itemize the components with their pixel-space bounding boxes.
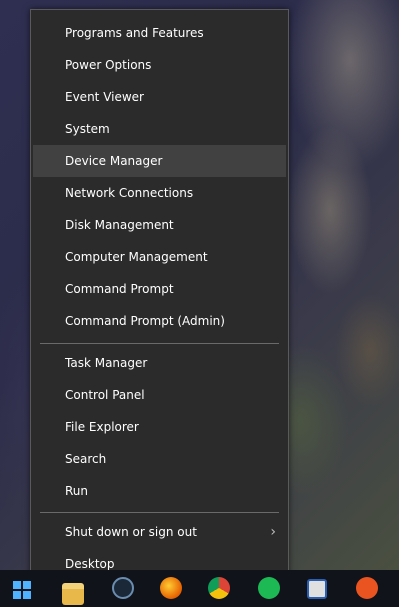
menu-item-disk-management[interactable]: Disk Management xyxy=(33,209,286,241)
menu-item-event-viewer[interactable]: Event Viewer xyxy=(33,81,286,113)
menu-item-system[interactable]: System xyxy=(33,113,286,145)
chrome-icon[interactable] xyxy=(208,577,230,599)
menu-item-search[interactable]: Search xyxy=(33,443,286,475)
windows-start-icon[interactable] xyxy=(13,581,31,599)
menu-item-power-options[interactable]: Power Options xyxy=(33,49,286,81)
menu-item-file-explorer[interactable]: File Explorer xyxy=(33,411,286,443)
menu-separator xyxy=(40,512,279,513)
file-explorer-icon[interactable] xyxy=(62,583,84,605)
menu-item-computer-management[interactable]: Computer Management xyxy=(33,241,286,273)
menu-item-control-panel[interactable]: Control Panel xyxy=(33,379,286,411)
menu-item-label: Shut down or sign out xyxy=(65,525,197,539)
taskbar xyxy=(0,570,399,607)
menu-item-shutdown-signout[interactable]: Shut down or sign out › xyxy=(33,516,286,548)
ubuntu-icon[interactable] xyxy=(356,577,378,599)
menu-item-command-prompt-admin[interactable]: Command Prompt (Admin) xyxy=(33,305,286,337)
menu-item-network-connections[interactable]: Network Connections xyxy=(33,177,286,209)
chevron-right-icon: › xyxy=(270,524,276,540)
menu-item-task-manager[interactable]: Task Manager xyxy=(33,347,286,379)
menu-item-command-prompt[interactable]: Command Prompt xyxy=(33,273,286,305)
steam-icon[interactable] xyxy=(112,577,134,599)
spotify-icon[interactable] xyxy=(258,577,280,599)
network-icon[interactable] xyxy=(307,579,327,599)
firefox-icon[interactable] xyxy=(160,577,182,599)
menu-item-run[interactable]: Run xyxy=(33,475,286,507)
quick-link-menu: Programs and Features Power Options Even… xyxy=(30,9,289,582)
menu-item-programs-features[interactable]: Programs and Features xyxy=(33,17,286,49)
menu-separator xyxy=(40,343,279,344)
menu-item-device-manager[interactable]: Device Manager xyxy=(33,145,286,177)
